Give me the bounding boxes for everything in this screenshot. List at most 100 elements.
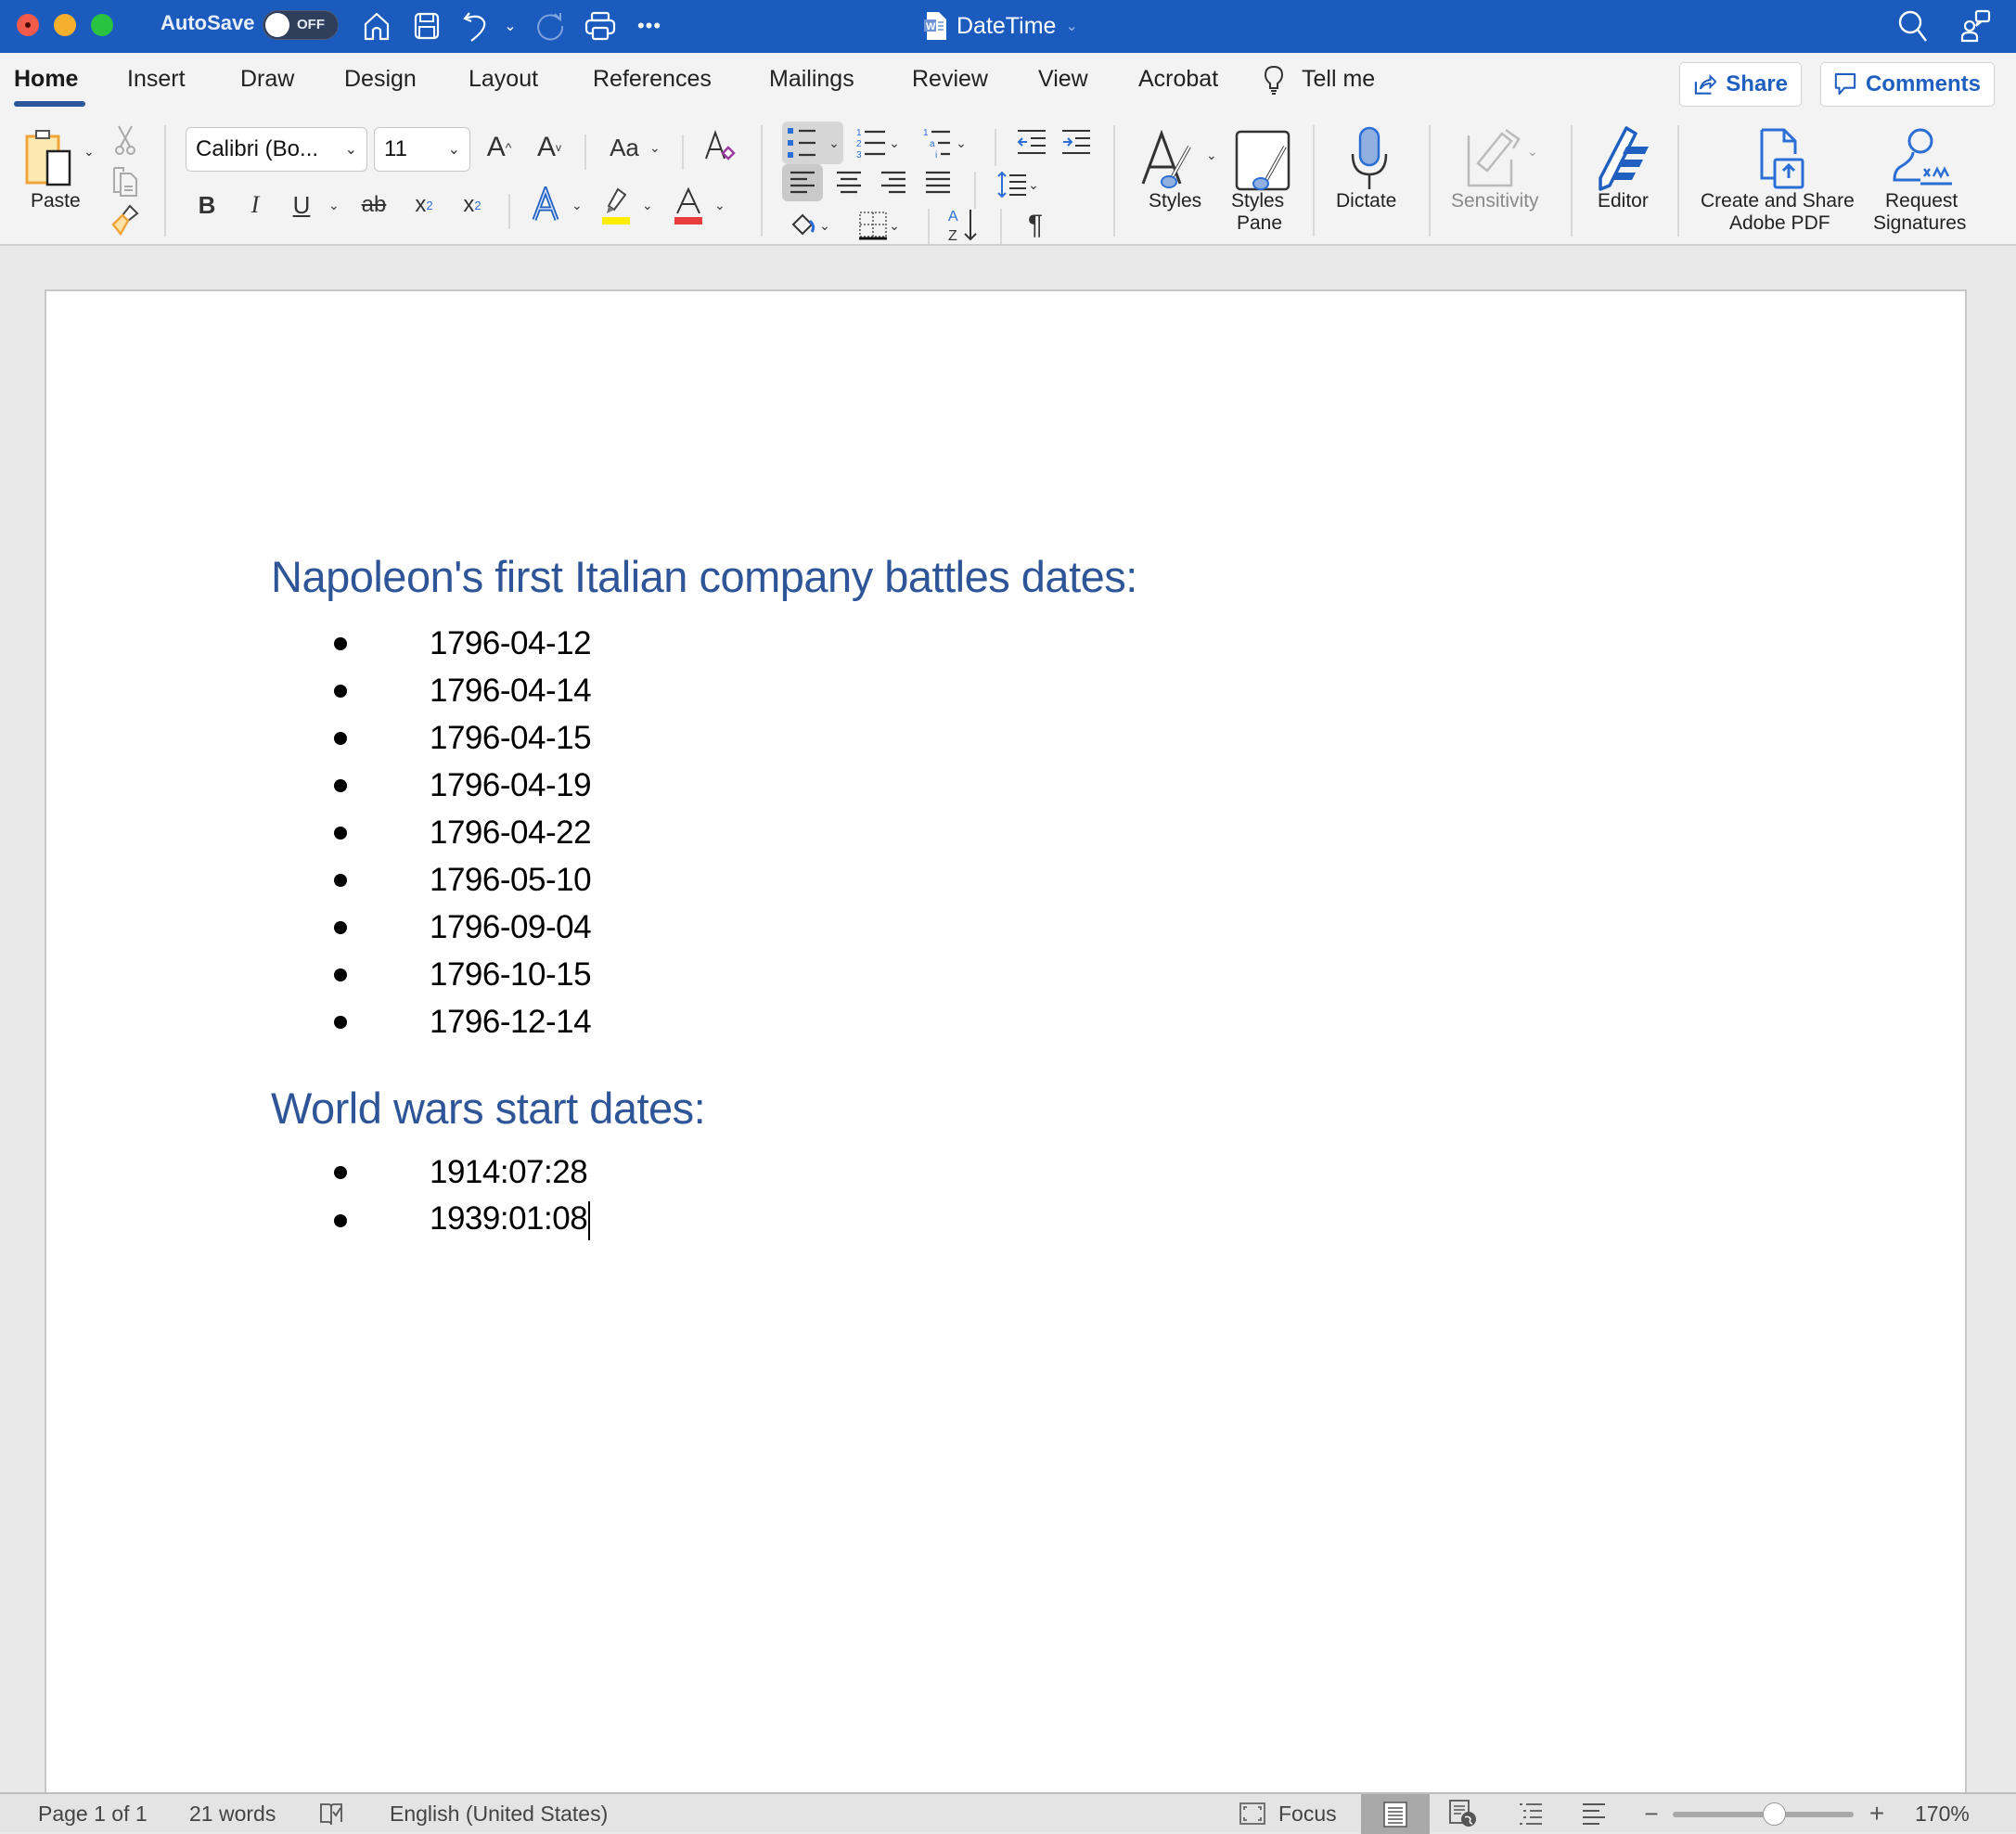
paste-dropdown-chevron-icon[interactable]: ⌄ xyxy=(83,144,95,160)
change-case-chevron-icon[interactable]: ⌄ xyxy=(649,140,661,156)
list-item[interactable]: 1796-12-14 xyxy=(334,999,592,1045)
list-item[interactable]: 1796-05-10 xyxy=(334,857,592,904)
bold-button[interactable]: B xyxy=(193,186,221,224)
font-color-icon[interactable] xyxy=(670,185,707,227)
editor-icon[interactable] xyxy=(1592,122,1657,196)
share-people-icon[interactable] xyxy=(1960,7,1997,45)
tab-design[interactable]: Design xyxy=(344,66,417,93)
save-icon[interactable] xyxy=(410,7,443,45)
zoom-level[interactable]: 170% xyxy=(1915,1802,1970,1827)
list-item[interactable]: 1796-04-15 xyxy=(334,715,592,762)
zoom-in-button[interactable]: + xyxy=(1867,1798,1887,1829)
request-signatures-icon[interactable] xyxy=(1889,122,1958,196)
tab-review[interactable]: Review xyxy=(912,66,988,93)
highlight-chevron-icon[interactable]: ⌄ xyxy=(642,198,653,213)
list-item[interactable]: 1914:07:28 xyxy=(334,1149,588,1196)
justify-button[interactable] xyxy=(918,164,958,201)
font-name-dropdown[interactable]: Calibri (Bo... ⌄ xyxy=(186,127,367,172)
list-item[interactable]: 1796-09-04 xyxy=(334,904,592,951)
ribbon-separator xyxy=(1429,125,1431,237)
align-right-button[interactable] xyxy=(873,164,914,201)
subscript-button[interactable]: x2 xyxy=(410,186,438,224)
tab-home[interactable]: Home xyxy=(14,66,78,93)
decrease-font-size-icon[interactable]: Av xyxy=(531,129,568,166)
print-icon[interactable] xyxy=(583,7,618,45)
undo-icon[interactable] xyxy=(459,7,493,45)
zoom-slider-thumb[interactable] xyxy=(1763,1802,1786,1826)
heading-world-wars[interactable]: World wars start dates: xyxy=(271,1083,706,1134)
close-window-button[interactable] xyxy=(17,14,39,36)
draft-view-icon[interactable] xyxy=(1577,1798,1611,1829)
styles-chevron-icon[interactable]: ⌄ xyxy=(1206,147,1217,163)
increase-indent-icon[interactable] xyxy=(1058,123,1095,160)
format-painter-icon[interactable] xyxy=(109,201,141,238)
minimize-window-button[interactable] xyxy=(54,14,76,36)
language[interactable]: English (United States) xyxy=(390,1802,608,1827)
show-formatting-marks-icon[interactable]: ¶ xyxy=(1017,205,1054,246)
tab-mailings[interactable]: Mailings xyxy=(769,66,854,93)
line-spacing-button[interactable]: ⌄ xyxy=(989,164,1047,205)
comments-button[interactable]: Comments xyxy=(1820,62,1995,107)
tab-draw[interactable]: Draw xyxy=(240,66,294,93)
superscript-button[interactable]: x2 xyxy=(458,186,486,224)
list-item[interactable]: 1939:01:08 xyxy=(334,1198,591,1244)
print-layout-view-icon[interactable] xyxy=(1361,1794,1430,1834)
styles-pane-icon[interactable] xyxy=(1230,123,1295,198)
tab-references[interactable]: References xyxy=(593,66,712,93)
document-page[interactable]: Napoleon's first Italian company battles… xyxy=(45,289,1967,1811)
microphone-icon[interactable] xyxy=(1342,122,1397,196)
highlight-color-icon[interactable] xyxy=(597,185,635,227)
heading-napoleon[interactable]: Napoleon's first Italian company battles… xyxy=(271,551,1137,602)
home-icon[interactable] xyxy=(360,7,393,45)
font-color-chevron-icon[interactable]: ⌄ xyxy=(714,198,726,213)
paste-icon[interactable] xyxy=(19,123,83,198)
share-button[interactable]: Share xyxy=(1679,62,1802,107)
web-layout-view-icon[interactable] xyxy=(1445,1798,1481,1829)
tab-insert[interactable]: Insert xyxy=(127,66,186,93)
text-effects-chevron-icon[interactable]: ⌄ xyxy=(571,198,583,213)
page-count[interactable]: Page 1 of 1 xyxy=(38,1802,148,1827)
clear-formatting-icon[interactable] xyxy=(700,127,738,168)
bullets-button[interactable]: ⌄ xyxy=(782,122,843,164)
maximize-window-button[interactable] xyxy=(91,14,113,36)
create-pdf-icon[interactable] xyxy=(1750,122,1815,196)
tab-view[interactable]: View xyxy=(1038,66,1088,93)
borders-button[interactable]: ⌄ xyxy=(849,205,908,246)
shading-button[interactable]: ⌄ xyxy=(782,205,838,246)
numbering-button[interactable]: 123 ⌄ xyxy=(852,122,904,164)
document-title[interactable]: W DateTime ⌄ xyxy=(923,7,1078,45)
tell-me-search[interactable]: Tell me xyxy=(1302,66,1375,93)
focus-icon[interactable] xyxy=(1237,1798,1268,1829)
word-count[interactable]: 21 words xyxy=(189,1802,276,1827)
font-size-dropdown[interactable]: 11 ⌄ xyxy=(374,127,470,172)
focus-mode-button[interactable]: Focus xyxy=(1278,1802,1337,1827)
sort-icon[interactable]: AZ xyxy=(943,203,983,246)
search-icon[interactable] xyxy=(1897,7,1934,45)
text-effects-icon[interactable] xyxy=(529,185,562,225)
styles-gallery-icon[interactable] xyxy=(1136,123,1203,198)
align-center-button[interactable] xyxy=(828,164,869,201)
multilevel-list-button[interactable]: 1ai ⌄ xyxy=(918,122,970,164)
zoom-out-button[interactable]: − xyxy=(1642,1798,1661,1829)
underline-chevron-icon[interactable]: ⌄ xyxy=(328,198,340,213)
change-case-button[interactable]: Aa xyxy=(603,129,646,166)
more-icon[interactable]: ••• xyxy=(636,7,663,45)
align-left-button[interactable] xyxy=(782,164,823,201)
list-item[interactable]: 1796-04-22 xyxy=(334,810,592,856)
decrease-indent-icon[interactable] xyxy=(1013,123,1050,160)
outline-view-icon[interactable] xyxy=(1514,1798,1547,1829)
undo-dropdown-chevron-icon[interactable]: ⌄ xyxy=(501,7,520,45)
list-item[interactable]: 1796-04-12 xyxy=(334,621,592,667)
underline-button[interactable]: U xyxy=(288,186,315,224)
tab-layout[interactable]: Layout xyxy=(469,66,538,93)
italic-button[interactable]: I xyxy=(241,186,269,224)
bullet-icon xyxy=(334,968,347,981)
list-item[interactable]: 1796-10-15 xyxy=(334,952,592,998)
autosave-toggle[interactable]: OFF xyxy=(263,10,339,40)
list-item[interactable]: 1796-04-14 xyxy=(334,668,592,714)
strikethrough-button[interactable]: ab xyxy=(358,186,390,224)
list-item[interactable]: 1796-04-19 xyxy=(334,763,592,809)
tab-acrobat[interactable]: Acrobat xyxy=(1138,66,1218,93)
increase-font-size-icon[interactable]: A ^ xyxy=(481,129,518,166)
proofing-book-icon[interactable] xyxy=(315,1798,347,1829)
